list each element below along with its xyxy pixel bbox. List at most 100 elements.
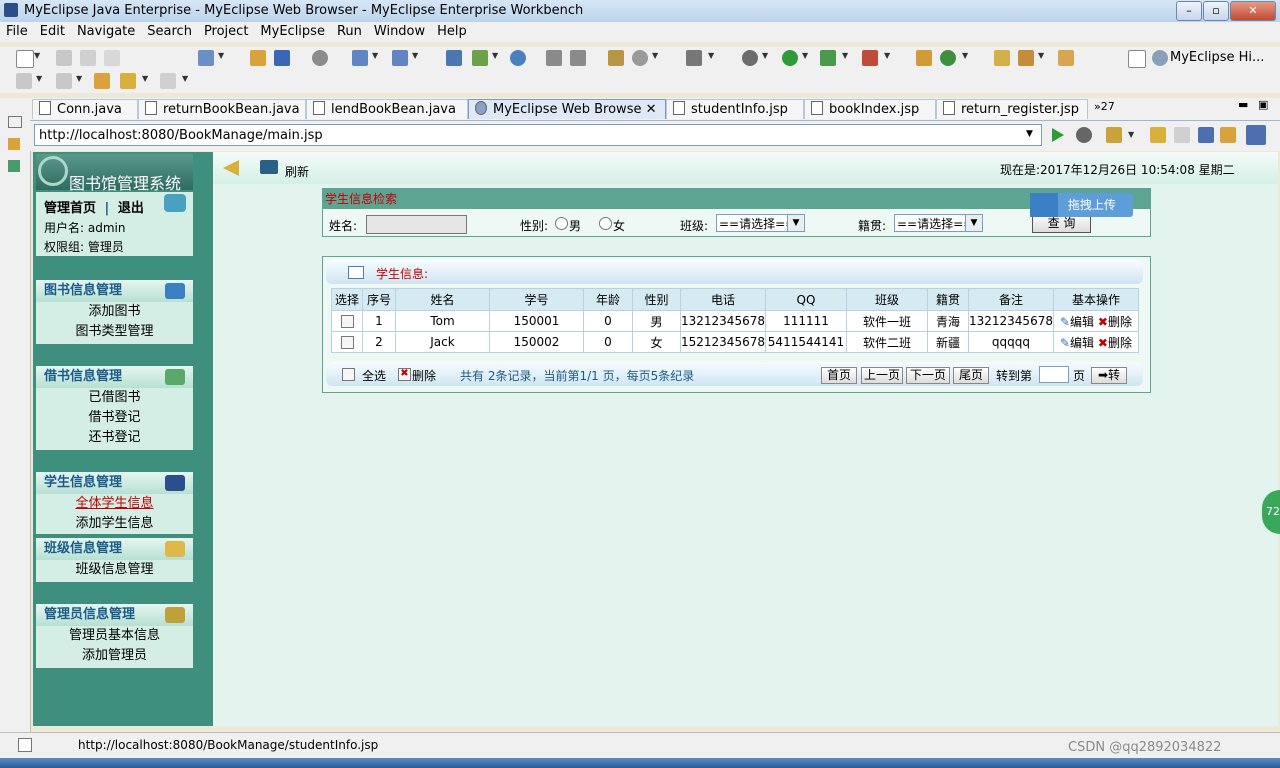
forward-icon[interactable]: [160, 73, 176, 89]
search-open-icon[interactable]: [1058, 50, 1074, 66]
open-perspective-icon[interactable]: [1128, 50, 1146, 68]
name-input[interactable]: [366, 215, 467, 234]
last-edit-icon[interactable]: [94, 73, 110, 89]
gender-female-radio[interactable]: [599, 217, 612, 230]
browser-back-icon[interactable]: [1150, 127, 1166, 143]
tab-lendbookbean[interactable]: lendBookBean.java: [306, 99, 468, 119]
box-icon[interactable]: [608, 50, 624, 66]
refresh-link[interactable]: 刷新: [285, 163, 309, 180]
server-icon[interactable]: [312, 50, 328, 66]
class-select[interactable]: ==请选择== ▼: [716, 214, 805, 232]
fast-view-icon[interactable]: [18, 738, 32, 752]
db-icon[interactable]: [446, 50, 462, 66]
nav-class-manage[interactable]: 班级信息管理: [36, 560, 193, 580]
menu-edit[interactable]: Edit: [34, 22, 71, 39]
upload-widget[interactable]: 拖拽上传: [1030, 193, 1133, 217]
view-maximize-icon[interactable]: ▣: [1258, 98, 1268, 111]
go-page-button[interactable]: ➡转: [1091, 367, 1127, 384]
save-icon[interactable]: [56, 50, 72, 66]
outline-icon[interactable]: [8, 160, 20, 172]
nav-book-type[interactable]: 图书类型管理: [36, 322, 193, 342]
gender-male-radio[interactable]: [555, 217, 568, 230]
url-dropdown-icon[interactable]: ▼: [1026, 129, 1033, 139]
nav-admin-info[interactable]: 管理员基本信息: [36, 626, 193, 646]
perspective-label[interactable]: MyEclipse Hi...: [1170, 50, 1264, 65]
menu-help[interactable]: Help: [431, 22, 473, 39]
tab-studentinfo-jsp[interactable]: studentInfo.jsp: [666, 99, 804, 119]
refresh-icon[interactable]: [260, 160, 278, 174]
row-checkbox[interactable]: [340, 315, 354, 328]
bulk-delete-icon[interactable]: ✖: [398, 368, 411, 381]
logout-link[interactable]: 退出: [118, 201, 144, 216]
external-tools-icon[interactable]: [862, 50, 878, 66]
tab-returnbookbean[interactable]: returnBookBean.java: [138, 99, 306, 119]
nav-add-admin[interactable]: 添加管理员: [36, 646, 193, 666]
prev-page-button[interactable]: 上一页: [861, 367, 903, 384]
page-number-input[interactable]: [1039, 366, 1069, 383]
menu-project[interactable]: Project: [198, 22, 254, 39]
tool-icon[interactable]: [546, 50, 562, 66]
tab-overflow[interactable]: »27: [1094, 100, 1115, 113]
home-link[interactable]: 管理首页: [44, 201, 96, 216]
nav-add-book[interactable]: 添加图书: [36, 302, 193, 322]
menu-search[interactable]: Search: [141, 22, 198, 39]
delete-link[interactable]: 删除: [1108, 336, 1132, 350]
bean-icon[interactable]: [916, 50, 932, 66]
run-server-icon[interactable]: [392, 50, 408, 66]
menu-run[interactable]: Run: [331, 22, 368, 39]
package-explorer-icon[interactable]: [8, 138, 20, 150]
back-icon[interactable]: [120, 73, 136, 89]
globe-icon[interactable]: [510, 50, 526, 66]
nav-borrowed-books[interactable]: 已借图书: [36, 388, 193, 408]
nav-all-students[interactable]: 全体学生信息: [36, 494, 193, 514]
tool2-icon[interactable]: [570, 50, 586, 66]
deploy-icon[interactable]: [352, 50, 368, 66]
nav-add-student[interactable]: 添加学生信息: [36, 514, 193, 534]
print-icon[interactable]: [104, 50, 120, 66]
origin-select[interactable]: ==请选择== ▼: [894, 214, 983, 232]
menu-navigate[interactable]: Navigate: [71, 22, 141, 39]
package-icon[interactable]: [250, 50, 266, 66]
next-annotation-icon[interactable]: [16, 73, 32, 89]
run-icon[interactable]: [782, 50, 798, 66]
delete-link[interactable]: 删除: [1108, 315, 1132, 329]
favorites-icon[interactable]: [1106, 127, 1122, 143]
bulk-delete-link[interactable]: 删除: [412, 367, 436, 384]
tab-close-icon[interactable]: ✕: [646, 102, 657, 117]
camera-icon[interactable]: [686, 50, 702, 66]
browser-stop-icon[interactable]: [1198, 127, 1214, 143]
folder-open-icon[interactable]: [994, 50, 1010, 66]
tab-conn-java[interactable]: Conn.java: [32, 99, 138, 119]
menu-file[interactable]: File: [0, 22, 34, 39]
restore-icon[interactable]: [8, 116, 22, 128]
last-page-button[interactable]: 尾页: [953, 367, 989, 384]
debug-browser-icon[interactable]: [1076, 127, 1092, 143]
maximize-button[interactable]: ▫: [1203, 1, 1229, 21]
report-icon[interactable]: [472, 50, 488, 66]
debug-icon[interactable]: [742, 50, 758, 66]
edit-link[interactable]: 编辑: [1070, 315, 1094, 329]
minimize-button[interactable]: –: [1176, 1, 1202, 21]
save-all-icon[interactable]: [80, 50, 96, 66]
new-icon[interactable]: [16, 50, 34, 68]
tab-return-register-jsp[interactable]: return_register.jsp: [936, 99, 1088, 119]
coverage-icon[interactable]: [820, 50, 836, 66]
browser-refresh-icon[interactable]: [1220, 127, 1236, 143]
class-icon[interactable]: [274, 50, 290, 66]
menu-window[interactable]: Window: [368, 22, 431, 39]
browser-forward-icon[interactable]: [1174, 127, 1190, 143]
first-page-button[interactable]: 首页: [821, 367, 857, 384]
tab-bookindex-jsp[interactable]: bookIndex.jsp: [804, 99, 936, 119]
nav-return-register[interactable]: 还书登记: [36, 428, 193, 448]
refresh-green-icon[interactable]: [940, 50, 956, 66]
url-input[interactable]: http://localhost:8080/BookManage/main.js…: [34, 124, 1042, 146]
go-icon[interactable]: [1052, 128, 1064, 142]
back-arrow-icon[interactable]: [223, 160, 239, 176]
web-icon[interactable]: [632, 50, 648, 66]
view-minimize-icon[interactable]: ▬: [1238, 98, 1248, 111]
close-button[interactable]: ✕: [1230, 1, 1276, 21]
new-project-icon[interactable]: [198, 50, 214, 66]
next-page-button[interactable]: 下一页: [906, 367, 950, 384]
nav-borrow-register[interactable]: 借书登记: [36, 408, 193, 428]
tab-web-browser[interactable]: MyEclipse Web Browse ✕: [468, 99, 666, 119]
